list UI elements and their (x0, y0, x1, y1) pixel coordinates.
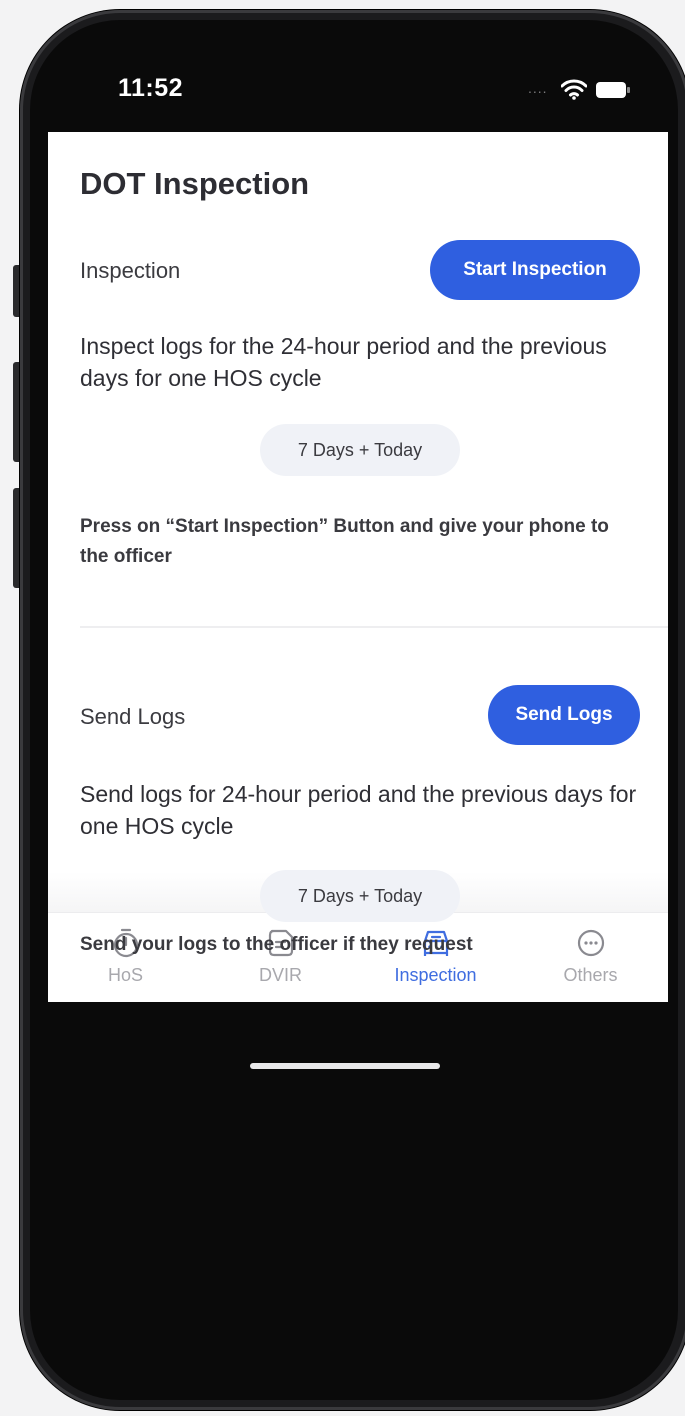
cellular-signal-icon: .... (528, 80, 548, 96)
start-inspection-button[interactable]: Start Inspection (430, 240, 640, 300)
status-bar: 11:52 .... (48, 58, 668, 132)
send-logs-label: Send Logs (80, 704, 186, 729)
phone-mockup: 11:52 .... DOT Inspection Inspection Sta… (0, 0, 685, 1416)
section-divider (80, 626, 668, 628)
tab-hos-label: HoS (107, 965, 143, 985)
inspection-period-chip: 7 Days + Today (260, 424, 460, 476)
app-screen: DOT Inspection Inspection Start Inspecti… (48, 132, 668, 1002)
inspection-label: Inspection (80, 258, 181, 283)
home-indicator (250, 1063, 440, 1069)
page-title: DOT Inspection (80, 166, 310, 201)
send-logs-period-chip: 7 Days + Today (260, 870, 460, 922)
inspection-description: Inspect logs for the 24-hour period and … (80, 333, 607, 391)
send-logs-button[interactable]: Send Logs (488, 685, 640, 745)
status-time: 11:52 (118, 74, 184, 102)
inspection-instruction: Press on “Start Inspection” Button and g… (80, 516, 609, 567)
battery-icon (596, 82, 630, 98)
wifi-icon (561, 79, 587, 100)
send-logs-description: Send logs for 24-hour period and the pre… (80, 781, 637, 839)
send-logs-instruction: Send your logs to the officer if they re… (80, 934, 473, 955)
tab-inspection-label: Inspection (394, 965, 477, 985)
tab-dvir-label: DVIR (258, 965, 302, 985)
tab-others-label: Others (563, 965, 618, 985)
